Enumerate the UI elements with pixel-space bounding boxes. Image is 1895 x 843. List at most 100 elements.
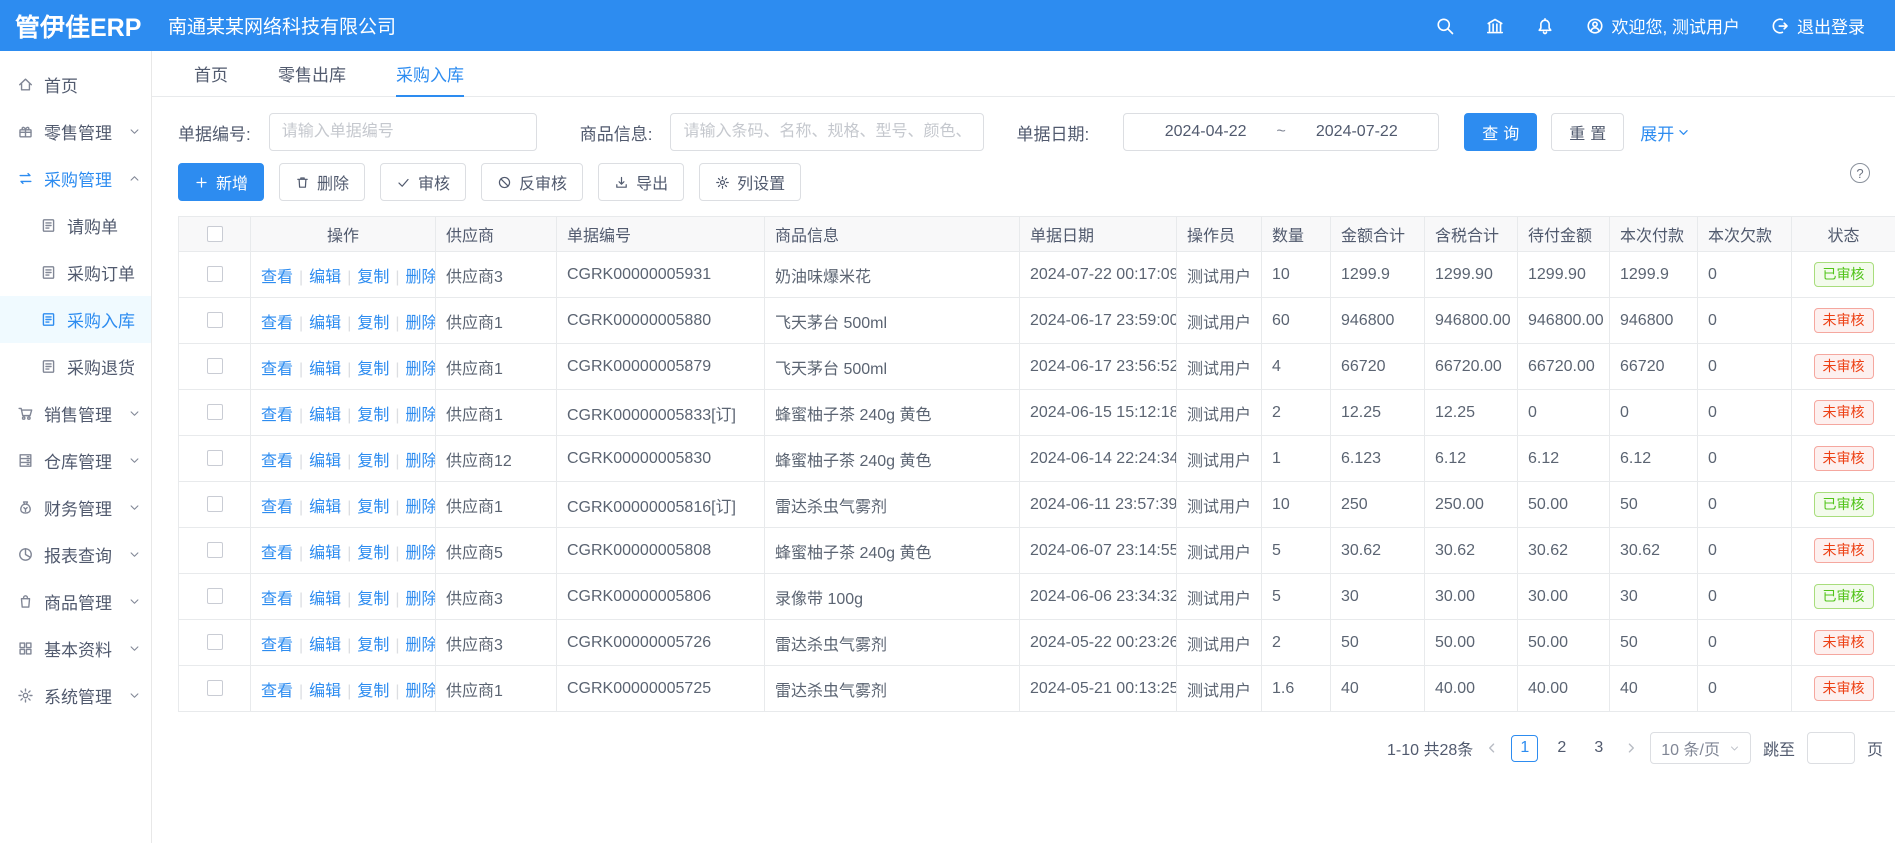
row-view-link[interactable]: 查看 xyxy=(261,361,293,378)
unaudit-button[interactable]: 反审核 xyxy=(481,163,583,201)
row-copy-link[interactable]: 复制 xyxy=(357,315,389,332)
action-separator: | xyxy=(299,545,303,562)
sidebar-item-basic-data[interactable]: 基本资料 xyxy=(0,625,151,672)
row-edit-link[interactable]: 编辑 xyxy=(309,407,341,424)
add-button[interactable]: 新增 xyxy=(178,163,264,201)
row-checkbox[interactable] xyxy=(207,266,223,282)
row-edit-link[interactable]: 编辑 xyxy=(309,361,341,378)
row-edit-link[interactable]: 编辑 xyxy=(309,269,341,286)
table-row: 查看|编辑|复制|删除供应商12CGRK00000005830蜂蜜柚子茶 240… xyxy=(179,436,1895,482)
row-delete-link[interactable]: 删除 xyxy=(406,315,436,332)
row-view-link[interactable]: 查看 xyxy=(261,683,293,700)
sidebar-item-retail-mgmt[interactable]: 零售管理 xyxy=(0,108,151,155)
row-view-link[interactable]: 查看 xyxy=(261,269,293,286)
row-copy-link[interactable]: 复制 xyxy=(357,683,389,700)
sidebar-item-label: 采购退货 xyxy=(67,354,135,379)
tab-purchase-inbound[interactable]: 采购入库 xyxy=(396,51,464,96)
sidebar-item-purchase-order[interactable]: 采购订单 xyxy=(0,249,151,296)
audit-button[interactable]: 审核 xyxy=(380,163,466,201)
row-view-link[interactable]: 查看 xyxy=(261,315,293,332)
row-checkbox[interactable] xyxy=(207,312,223,328)
row-view-link[interactable]: 查看 xyxy=(261,591,293,608)
row-copy-link[interactable]: 复制 xyxy=(357,637,389,654)
row-copy-link[interactable]: 复制 xyxy=(357,407,389,424)
row-view-link[interactable]: 查看 xyxy=(261,407,293,424)
row-view-link[interactable]: 查看 xyxy=(261,499,293,516)
row-checkbox[interactable] xyxy=(207,588,223,604)
row-edit-link[interactable]: 编辑 xyxy=(309,545,341,562)
row-copy-link[interactable]: 复制 xyxy=(357,453,389,470)
tabbar: 首页 零售出库 采购入库 xyxy=(152,51,1895,97)
sidebar-item-purchase-mgmt[interactable]: 采购管理 xyxy=(0,155,151,202)
row-delete-link[interactable]: 删除 xyxy=(406,591,436,608)
row-checkbox[interactable] xyxy=(207,634,223,650)
reset-button[interactable]: 重置 xyxy=(1551,113,1624,151)
bank-icon[interactable] xyxy=(1485,16,1505,36)
select-all-checkbox[interactable] xyxy=(207,226,223,242)
sidebar-item-warehouse-mgmt[interactable]: 仓库管理 xyxy=(0,437,151,484)
sidebar-item-system-mgmt[interactable]: 系统管理 xyxy=(0,672,151,719)
row-checkbox[interactable] xyxy=(207,450,223,466)
row-copy-link[interactable]: 复制 xyxy=(357,269,389,286)
row-edit-link[interactable]: 编辑 xyxy=(309,499,341,516)
row-view-link[interactable]: 查看 xyxy=(261,545,293,562)
column-settings-button[interactable]: 列设置 xyxy=(699,163,801,201)
row-delete-link[interactable]: 删除 xyxy=(406,407,436,424)
row-copy-link[interactable]: 复制 xyxy=(357,361,389,378)
row-edit-link[interactable]: 编辑 xyxy=(309,453,341,470)
row-delete-link[interactable]: 删除 xyxy=(406,545,436,562)
row-view-link[interactable]: 查看 xyxy=(261,453,293,470)
row-edit-link[interactable]: 编辑 xyxy=(309,637,341,654)
help-icon[interactable]: ? xyxy=(1850,163,1870,183)
tab-home[interactable]: 首页 xyxy=(194,51,228,96)
row-checkbox[interactable] xyxy=(207,542,223,558)
delete-button[interactable]: 删除 xyxy=(279,163,365,201)
row-checkbox[interactable] xyxy=(207,358,223,374)
row-copy-link[interactable]: 复制 xyxy=(357,545,389,562)
page-button-1[interactable]: 1 xyxy=(1511,735,1538,762)
sidebar-item-goods-mgmt[interactable]: 商品管理 xyxy=(0,578,151,625)
row-edit-link[interactable]: 编辑 xyxy=(309,315,341,332)
product-input[interactable] xyxy=(670,113,984,151)
logout-button[interactable]: 退出登录 xyxy=(1770,13,1865,38)
tab-retail-outbound[interactable]: 零售出库 xyxy=(278,51,346,96)
doc-no-input[interactable] xyxy=(269,113,537,151)
sidebar-item-finance-mgmt[interactable]: 财务管理 xyxy=(0,484,151,531)
search-icon[interactable] xyxy=(1435,16,1455,36)
row-copy-link[interactable]: 复制 xyxy=(357,591,389,608)
operator-cell: 测试用户 xyxy=(1177,528,1262,574)
export-button[interactable]: 导出 xyxy=(598,163,684,201)
expand-toggle[interactable]: 展开 xyxy=(1640,120,1690,145)
sidebar-item-purchase-request[interactable]: 请购单 xyxy=(0,202,151,249)
row-delete-link[interactable]: 删除 xyxy=(406,269,436,286)
row-edit-link[interactable]: 编辑 xyxy=(309,683,341,700)
row-delete-link[interactable]: 删除 xyxy=(406,499,436,516)
page-button-2[interactable]: 2 xyxy=(1548,735,1575,762)
row-view-link[interactable]: 查看 xyxy=(261,637,293,654)
page-size-select[interactable]: 10 条/页 xyxy=(1650,732,1751,764)
sidebar-item-sales-mgmt[interactable]: 销售管理 xyxy=(0,390,151,437)
row-delete-link[interactable]: 删除 xyxy=(406,637,436,654)
row-checkbox[interactable] xyxy=(207,680,223,696)
sidebar-item-purchase-return[interactable]: 采购退货 xyxy=(0,343,151,390)
sidebar-item-home[interactable]: 首页 xyxy=(0,61,151,108)
jump-page-input[interactable] xyxy=(1807,732,1855,764)
row-checkbox[interactable] xyxy=(207,496,223,512)
action-separator: | xyxy=(395,361,399,378)
prev-page-button[interactable] xyxy=(1485,741,1499,755)
row-delete-link[interactable]: 删除 xyxy=(406,361,436,378)
date-range-input[interactable]: 2024-04-22 ~ 2024-07-22 xyxy=(1123,113,1439,151)
query-button[interactable]: 查询 xyxy=(1464,113,1537,151)
row-checkbox[interactable] xyxy=(207,404,223,420)
sidebar-item-report-query[interactable]: 报表查询 xyxy=(0,531,151,578)
bell-icon[interactable] xyxy=(1535,16,1555,36)
page-button-3[interactable]: 3 xyxy=(1585,735,1612,762)
sidebar-item-purchase-inbound[interactable]: 采购入库 xyxy=(0,296,151,343)
next-page-button[interactable] xyxy=(1624,741,1638,755)
status-cell: 已审核 xyxy=(1792,574,1895,620)
row-delete-link[interactable]: 删除 xyxy=(406,683,436,700)
row-edit-link[interactable]: 编辑 xyxy=(309,591,341,608)
row-copy-link[interactable]: 复制 xyxy=(357,499,389,516)
row-delete-link[interactable]: 删除 xyxy=(406,453,436,470)
welcome-user[interactable]: 欢迎您, 测试用户 xyxy=(1585,13,1740,38)
